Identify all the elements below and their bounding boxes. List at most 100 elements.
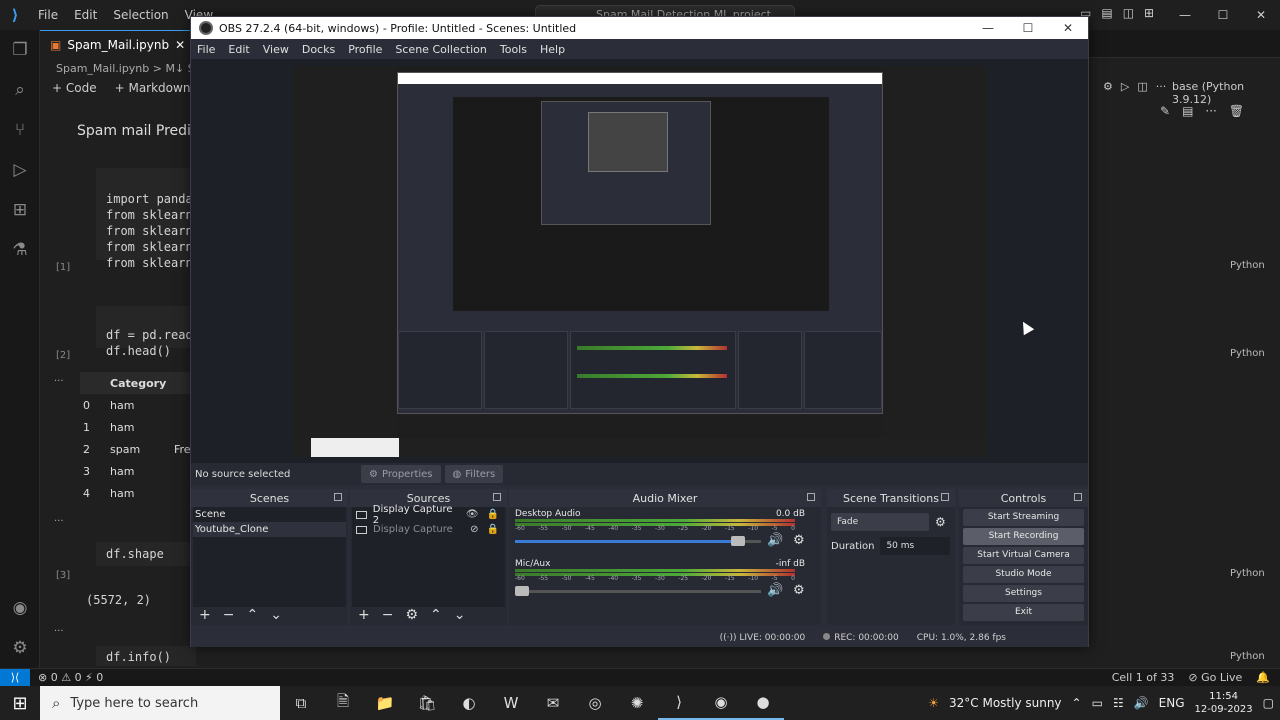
eye-icon[interactable]: 👁 — [466, 509, 479, 520]
move-down-icon[interactable]: ⌄ — [454, 607, 466, 623]
source-item[interactable]: Display Capture ⊘ 🔒 — [352, 522, 505, 537]
tray-chevron-icon[interactable]: ⌃ — [1072, 696, 1082, 710]
transition-gear-icon[interactable]: ⚙ — [935, 515, 946, 529]
remove-source-icon[interactable]: − — [382, 607, 394, 623]
vscode-maximize-button[interactable]: ☐ — [1204, 8, 1242, 22]
studio-mode-button[interactable]: Studio Mode — [963, 566, 1084, 583]
notification-bell-icon[interactable]: 🔔 — [1256, 671, 1270, 684]
start-virtual-camera-button[interactable]: Start Virtual Camera — [963, 547, 1084, 564]
settings-button[interactable]: Settings — [963, 585, 1084, 602]
scene-item[interactable]: Youtube_Clone — [193, 522, 346, 537]
output-more-icon[interactable]: ··· — [54, 376, 64, 387]
move-up-icon[interactable]: ⌃ — [246, 607, 258, 623]
move-up-icon[interactable]: ⌃ — [430, 607, 442, 623]
layout-panel-icon[interactable]: ▤ — [1101, 6, 1112, 20]
kernel-picker[interactable]: base (Python 3.9.12) — [1172, 80, 1280, 106]
more-actions-icon[interactable]: ··· — [1205, 104, 1216, 118]
obs-menu-help[interactable]: Help — [534, 43, 572, 56]
remove-scene-icon[interactable]: − — [223, 607, 235, 623]
obs-minimize-button[interactable]: — — [968, 21, 1008, 35]
tab-close-icon[interactable]: ✕ — [175, 38, 185, 52]
obs-close-button[interactable]: ✕ — [1048, 21, 1088, 35]
source-item[interactable]: Display Capture 2 👁 🔒 — [352, 504, 505, 526]
edit-cell-icon[interactable]: ✎ — [1160, 104, 1170, 118]
run-debug-icon[interactable]: ▷ — [0, 150, 40, 190]
vscode-taskbar-icon[interactable]: ⟩ — [658, 686, 700, 720]
chrome-icon[interactable]: ◉ — [700, 686, 742, 720]
volume-slider-track[interactable] — [515, 540, 761, 543]
go-live-button[interactable]: ⊘ Go Live — [1188, 671, 1242, 684]
vscode-menu-file[interactable]: File — [30, 8, 66, 22]
explorer-icon[interactable]: ❐ — [0, 30, 40, 70]
add-code-cell-button[interactable]: + Code — [52, 81, 97, 95]
speaker-icon[interactable]: 🔊 — [767, 533, 783, 548]
obs-menu-tools[interactable]: Tools — [494, 43, 534, 56]
more-icon[interactable]: ··· — [1156, 80, 1167, 93]
extensions-icon[interactable]: ⊞ — [0, 190, 40, 230]
lock-icon[interactable]: 🔒 — [487, 509, 499, 520]
battery-icon[interactable]: ▭ — [1092, 696, 1103, 710]
tab-spam-mail[interactable]: ▣ Spam_Mail.ipynb ✕ — [40, 30, 196, 58]
dell-icon[interactable]: ◎ — [574, 686, 616, 720]
layout-secondary-icon[interactable]: ◫ — [1123, 6, 1134, 20]
obs-menu-view[interactable]: View — [257, 43, 296, 56]
split-icon[interactable]: ◫ — [1137, 80, 1147, 93]
anaconda-icon[interactable]: ✺ — [616, 686, 658, 720]
dock-float-icon[interactable] — [941, 493, 949, 501]
edge-browser-icon[interactable]: ◐ — [448, 686, 490, 720]
file-explorer-icon[interactable]: 📁 — [364, 686, 406, 720]
cell-language-label[interactable]: Python — [1230, 651, 1265, 662]
cell-language-label[interactable]: Python — [1230, 260, 1265, 271]
add-markdown-cell-button[interactable]: + Markdown — [115, 81, 191, 95]
properties-button[interactable]: ⚙ Properties — [361, 465, 441, 483]
output-more-icon[interactable]: ··· — [54, 626, 64, 637]
manage-gear-icon[interactable]: ⚙ — [0, 628, 40, 668]
speaker-icon[interactable]: 🔊 — [767, 583, 783, 598]
eye-hidden-icon[interactable]: ⊘ — [470, 524, 478, 535]
dock-float-icon[interactable] — [807, 493, 815, 501]
obs-menu-scene-collection[interactable]: Scene Collection — [389, 43, 493, 56]
duration-input[interactable]: 50 ms — [880, 537, 951, 555]
add-scene-icon[interactable]: + — [199, 607, 211, 623]
channel-gear-icon[interactable]: ⚙ — [793, 583, 805, 598]
start-recording-button[interactable]: Start Recording — [963, 528, 1084, 545]
language-indicator[interactable]: ENG — [1159, 696, 1185, 710]
channel-gear-icon[interactable]: ⚙ — [793, 533, 805, 548]
program-preview[interactable] — [293, 66, 987, 457]
transition-type-select[interactable]: Fade — [831, 513, 929, 531]
exit-button[interactable]: Exit — [963, 604, 1084, 621]
cell-position[interactable]: Cell 1 of 33 — [1112, 671, 1175, 684]
weather-text[interactable]: 32°C Mostly sunny — [949, 696, 1062, 710]
problems-indicator[interactable]: ⊗ 0 ⚠ 0 ⚡ 0 — [30, 671, 103, 684]
network-icon[interactable]: ☷ — [1113, 696, 1124, 710]
speaker-icon[interactable]: 🔊 — [1134, 696, 1149, 710]
vscode-menu-edit[interactable]: Edit — [66, 8, 105, 22]
word-icon[interactable]: W — [490, 686, 532, 720]
split-cell-icon[interactable]: ▤ — [1182, 104, 1193, 118]
taskbar-search[interactable]: ⌕ Type here to search — [40, 686, 280, 720]
testing-icon[interactable]: ⚗ — [0, 230, 40, 270]
dock-float-icon[interactable] — [334, 493, 342, 501]
filters-button[interactable]: ◍ Filters — [444, 465, 504, 483]
source-settings-gear-icon[interactable]: ⚙ — [405, 607, 418, 623]
vscode-menu-selection[interactable]: Selection — [105, 8, 176, 22]
vscode-minimize-button[interactable]: — — [1166, 8, 1204, 22]
settings-icon[interactable]: ⚙ — [1103, 80, 1113, 93]
layout-customize-icon[interactable]: ⊞ — [1144, 6, 1154, 20]
volume-slider-knob[interactable] — [730, 536, 745, 546]
task-view-icon[interactable]: ⧉ — [280, 686, 322, 720]
dock-float-icon[interactable] — [493, 493, 501, 501]
obs-menu-profile[interactable]: Profile — [342, 43, 389, 56]
output-more-icon[interactable]: ··· — [54, 516, 64, 527]
scene-item[interactable]: Scene — [193, 507, 346, 522]
search-icon[interactable]: ⌕ — [0, 70, 40, 110]
cell-language-label[interactable]: Python — [1230, 568, 1265, 579]
clock[interactable]: 11:54 12-09-2023 — [1195, 690, 1253, 716]
add-source-icon[interactable]: + — [358, 607, 370, 623]
delete-cell-icon[interactable]: 🗑 — [1229, 104, 1244, 118]
cell-language-label[interactable]: Python — [1230, 348, 1265, 359]
obs-menu-docks[interactable]: Docks — [296, 43, 342, 56]
breadcrumb[interactable]: Spam_Mail.ipynb > M↓ Sp — [40, 58, 202, 78]
start-streaming-button[interactable]: Start Streaming — [963, 509, 1084, 526]
vscode-close-button[interactable]: ✕ — [1242, 8, 1280, 22]
